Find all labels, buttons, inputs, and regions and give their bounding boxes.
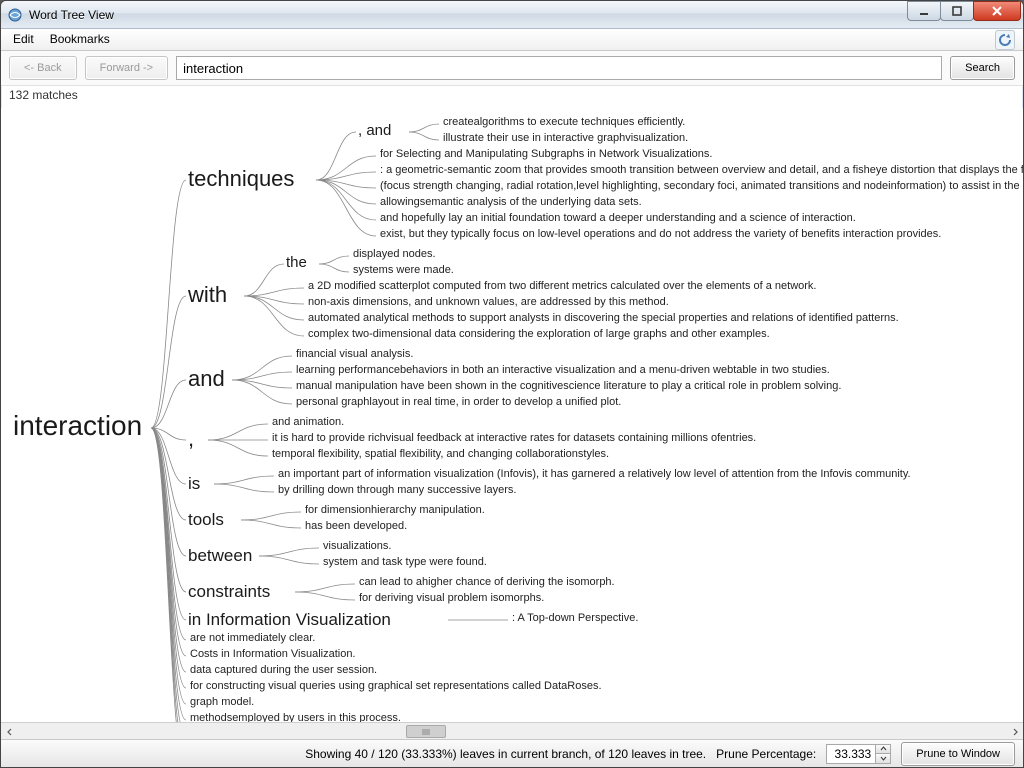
tree-leaf[interactable]: for Selecting and Manipulating Subgraphs… [378,148,714,161]
status-showing: Showing 40 / 120 (33.333%) leaves in cur… [305,747,706,761]
tree-leaf[interactable]: illustrate their use in interactive grap… [441,132,690,145]
tree-branch[interactable]: in Information Visualization [186,610,393,630]
tree-leaf[interactable]: (focus strength changing, radial rotatio… [378,180,1023,193]
tree-leaf[interactable]: has been developed. [303,520,409,533]
tree-branch[interactable]: between [186,546,254,566]
tree-leaf[interactable]: systems were made. [351,264,456,277]
tree-branch[interactable]: with [186,282,229,307]
tree-branch[interactable]: techniques [186,166,296,191]
tree-leaf[interactable]: and animation. [270,416,346,429]
tree-leaf[interactable]: learning performancebehaviors in both an… [294,364,832,377]
forward-button[interactable]: Forward -> [85,56,169,80]
chevron-down-icon[interactable] [876,754,890,763]
tree-leaf[interactable]: personal graphlayout in real time, in or… [294,396,623,409]
menubar: Edit Bookmarks [1,29,1023,51]
chevron-up-icon[interactable] [876,745,890,754]
scroll-left-icon[interactable] [1,723,18,740]
minimize-button[interactable] [907,1,941,21]
tree-leaf[interactable]: manual manipulation have been shown in t… [294,380,843,393]
tree-subbranch[interactable]: , and [356,122,393,139]
back-button[interactable]: <- Back [9,56,77,80]
tree-branch[interactable]: is [186,474,202,494]
tree-leaf[interactable]: : a geometric-semantic zoom that provide… [378,164,1023,177]
tree-leaf[interactable]: non-axis dimensions, and unknown values,… [306,296,671,309]
scroll-right-icon[interactable] [1006,723,1023,740]
tree-leaf[interactable]: and hopefully lay an initial foundation … [378,212,858,225]
tree-branch[interactable]: tools [186,510,226,530]
prune-pct-spinner[interactable] [826,744,891,764]
menu-edit[interactable]: Edit [5,29,42,50]
tree-leaf[interactable]: graph model. [188,696,256,709]
tree-leaf[interactable]: createalgorithms to execute techniques e… [441,116,687,129]
tree-leaf[interactable]: allowingsemantic analysis of the underly… [378,196,644,209]
prune-pct-value[interactable] [827,745,875,763]
tree-leaf[interactable]: displayed nodes. [351,248,438,261]
horizontal-scrollbar[interactable] [1,722,1023,739]
tree-leaf[interactable]: exist, but they typically focus on low-l… [378,228,943,241]
tree-leaf[interactable]: for deriving visual problem isomorphs. [357,592,546,605]
tree-leaf[interactable]: temporal flexibility, spatial flexibilit… [270,448,611,461]
tree-branch[interactable]: and [186,366,227,391]
tree-leaf[interactable]: can lead to ahigher chance of deriving t… [357,576,617,589]
tree-branch[interactable]: , [186,426,196,451]
tree-leaf[interactable]: for dimensionhierarchy manipulation. [303,504,487,517]
menu-bookmarks[interactable]: Bookmarks [42,29,118,50]
tree-leaf[interactable]: methodsemployed by users in this process… [188,712,403,722]
tree-branch[interactable]: constraints [186,582,272,602]
tree-leaf[interactable]: for constructing visual queries using gr… [188,680,604,693]
window-title: Word Tree View [29,8,114,22]
tree-subbranch[interactable]: the [284,254,309,271]
prune-pct-label: Prune Percentage: [716,747,816,761]
prune-button[interactable]: Prune to Window [901,742,1015,766]
scroll-thumb[interactable] [406,725,446,738]
tree-leaf[interactable]: : A Top-down Perspective. [510,612,640,625]
tree-leaf[interactable]: financial visual analysis. [294,348,415,361]
tree-leaf[interactable]: a 2D modified scatterplot computed from … [306,280,818,293]
tree-leaf[interactable]: system and task type were found. [321,556,489,569]
titlebar: Word Tree View [1,1,1023,29]
statusbar: Showing 40 / 120 (33.333%) leaves in cur… [1,739,1023,767]
matches-count: 132 matches [1,86,1023,108]
toolbar: <- Back Forward -> Search [1,51,1023,86]
search-button[interactable]: Search [950,56,1015,80]
tree-leaf[interactable]: it is hard to provide richvisual feedbac… [270,432,758,445]
tree-leaf[interactable]: visualizations. [321,540,393,553]
close-button[interactable] [973,1,1021,21]
app-icon [7,7,23,23]
tree-leaf[interactable]: Costs in Information Visualization. [188,648,358,661]
word-tree-canvas[interactable]: interactiontechniques, andcreatealgorith… [1,108,1023,722]
tree-leaf[interactable]: complex two-dimensional data considering… [306,328,772,341]
tree-leaf[interactable]: automated analytical methods to support … [306,312,901,325]
maximize-button[interactable] [940,1,974,21]
search-input[interactable] [176,56,942,80]
tree-leaf[interactable]: by drilling down through many successive… [276,484,518,497]
tree-root[interactable]: interaction [11,410,144,442]
tree-leaf[interactable]: are not immediately clear. [188,632,317,645]
tree-leaf[interactable]: an important part of information visuali… [276,468,913,481]
tree-leaf[interactable]: data captured during the user session. [188,664,379,677]
refresh-icon[interactable] [995,30,1015,50]
